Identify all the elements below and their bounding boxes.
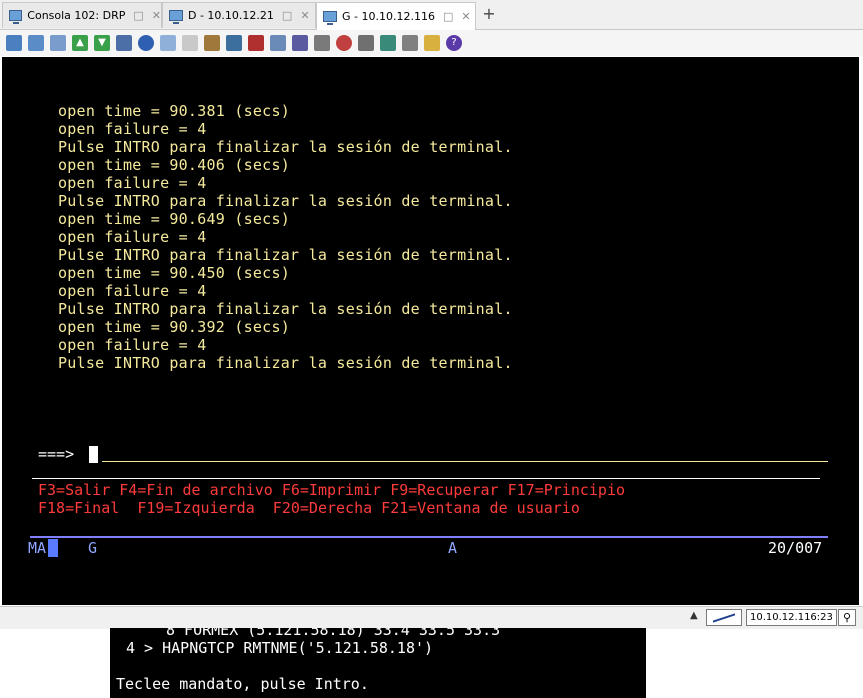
scroll-up-icon[interactable]: ▲ [690, 610, 698, 621]
output-line: Pulse INTRO para finalizar la sesión de … [58, 354, 513, 372]
status-cursor-block [48, 539, 58, 557]
help-icon[interactable]: ? [446, 35, 462, 51]
output-line: open failure = 4 [58, 336, 207, 354]
add-tab-button[interactable]: + [480, 5, 498, 23]
status-mode: MA [28, 539, 47, 557]
window-icon[interactable] [160, 35, 176, 51]
background-terminal-window[interactable]: 8 FORMEX (5.121.58.18) 33.4 33.5 33.3 4 … [110, 628, 646, 698]
notes-icon[interactable] [182, 35, 198, 51]
record-icon[interactable] [336, 35, 352, 51]
output-line: open time = 90.649 (secs) [58, 210, 291, 228]
output-line: Pulse INTRO para finalizar la sesión de … [58, 192, 513, 210]
function-keys-line-1: F3=Salir F4=Fin de archivo F6=Imprimir F… [38, 481, 625, 499]
output-line: open time = 90.392 (secs) [58, 318, 291, 336]
upload-icon[interactable]: ▲ [72, 35, 88, 51]
toolbar: ▲ ▼ ? [0, 30, 863, 56]
spool-icon[interactable] [248, 35, 264, 51]
background-line: 4 > HAPNGTCP RMTNME('5.121.58.18') [126, 639, 434, 657]
output-line: open time = 90.450 (secs) [58, 264, 291, 282]
stop-icon[interactable] [358, 35, 374, 51]
output-line: open time = 90.381 (secs) [58, 102, 291, 120]
edit-icon[interactable] [424, 35, 440, 51]
separator [32, 478, 820, 479]
navigator-icon[interactable] [138, 35, 154, 51]
output-line: open time = 90.406 (secs) [58, 156, 291, 174]
play-icon[interactable] [380, 35, 396, 51]
tab-close-icon[interactable]: ✕ [300, 9, 309, 22]
output-line: Pulse INTRO para finalizar la sesión de … [58, 300, 513, 318]
output-line: Pulse INTRO para finalizar la sesión de … [58, 246, 513, 264]
tab-restore-icon[interactable]: □ [133, 9, 143, 22]
tab-close-icon[interactable]: ✕ [461, 10, 470, 23]
settings-icon[interactable] [226, 35, 242, 51]
function-keys-line-2: F18=Final F19=Izquierda F20=Derecha F21=… [38, 499, 580, 517]
download-icon[interactable]: ▼ [94, 35, 110, 51]
grid-icon[interactable] [292, 35, 308, 51]
command-input-line[interactable] [102, 461, 828, 462]
tab-g-host[interactable]: G - 10.10.12.116 □ ✕ [316, 2, 476, 30]
tab-restore-icon[interactable]: □ [443, 10, 453, 23]
status-indicator: A [448, 539, 458, 557]
clipboard-icon[interactable] [50, 35, 66, 51]
tab-label: Consola 102: DRP [27, 9, 126, 22]
terminal-screen[interactable]: open time = 90.381 (secs) open failure =… [2, 57, 859, 605]
monitor-icon [323, 11, 337, 25]
output-line: Pulse INTRO para finalizar la sesión de … [58, 138, 513, 156]
copy-icon[interactable] [6, 35, 22, 51]
cursor-position: 20/007 [768, 539, 823, 557]
paste-icon[interactable] [28, 35, 44, 51]
status-separator [30, 536, 828, 538]
status-group: G [88, 539, 98, 557]
tab-label: D - 10.10.12.21 [188, 9, 274, 22]
tab-consola-drp[interactable]: Consola 102: DRP □ ✕ [2, 2, 162, 28]
tab-d-host[interactable]: D - 10.10.12.21 □ ✕ [162, 2, 316, 28]
tab-bar: Consola 102: DRP □ ✕ D - 10.10.12.21 □ ✕… [0, 0, 863, 30]
status-bar: ▲ 10.10.12.116:23 ⚲ [0, 606, 863, 629]
background-line: 8 FORMEX (5.121.58.18) 33.4 33.5 33.3 [166, 628, 501, 639]
monitor-icon [169, 10, 183, 24]
mail-icon[interactable] [270, 35, 286, 51]
command-prompt: ===> [38, 445, 75, 463]
background-message: Teclee mandato, pulse Intro. [116, 675, 369, 693]
keyboard-lock-icon: ⚲ [838, 609, 856, 626]
macro-icon[interactable] [314, 35, 330, 51]
monitor-icon [9, 10, 23, 24]
tab-close-icon[interactable]: ✕ [152, 9, 161, 22]
connection-indicator-icon [706, 609, 742, 626]
disk-icon[interactable] [116, 35, 132, 51]
text-cursor[interactable] [89, 446, 98, 463]
package-icon[interactable] [204, 35, 220, 51]
output-line: open failure = 4 [58, 174, 207, 192]
pause-icon[interactable] [402, 35, 418, 51]
output-line: open failure = 4 [58, 228, 207, 246]
output-line: open failure = 4 [58, 120, 207, 138]
host-address: 10.10.12.116:23 [746, 609, 837, 626]
tab-restore-icon[interactable]: □ [282, 9, 292, 22]
tab-label: G - 10.10.12.116 [342, 10, 435, 23]
output-line: open failure = 4 [58, 282, 207, 300]
